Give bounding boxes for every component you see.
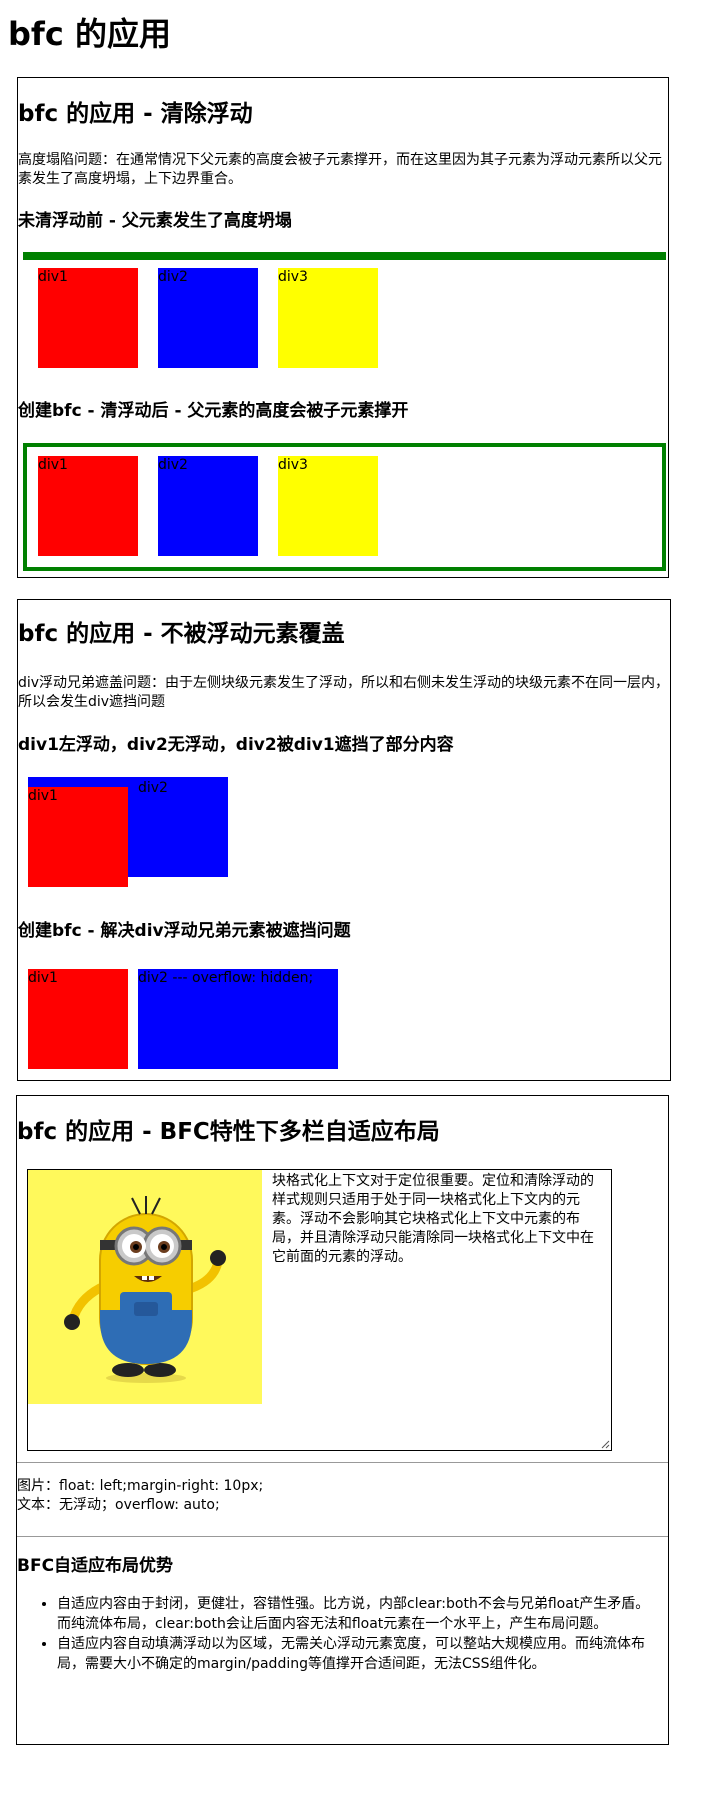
note-image-style: 图片：float: left;margin-right: 10px; <box>17 1478 264 1494</box>
box-label: div1 <box>38 269 68 285</box>
float-box-div3: div3 <box>278 268 378 368</box>
float-box-div2: div2 <box>158 456 258 556</box>
section-description: 高度塌陷问题：在通常情况下父元素的高度会被子元素撑开，而在这里因为其子元素为浮动… <box>18 152 662 187</box>
section-title: bfc 的应用 - BFC特性下多栏自适应布局 <box>17 1119 440 1145</box>
subsection-title-after: 创建bfc - 清浮动后 - 父元素的高度会被子元素撑开 <box>18 401 409 421</box>
resizable-demo-box[interactable]: 块格式化上下文对于定位很重要。定位和清除浮动的样式规则只适用于处于同一块格式化上… <box>27 1169 612 1451</box>
page-title: bfc 的应用 <box>8 15 171 53</box>
section-description: div浮动兄弟遮盖问题：由于左侧块级元素发生了浮动，所以和右侧未发生浮动的块级元… <box>18 675 670 710</box>
section-title: bfc 的应用 - 不被浮动元素覆盖 <box>18 621 345 647</box>
list-item: 自适应内容自动填满浮动以为区域，无需关心浮动元素宽度，可以整站大规模应用。而纯流… <box>57 1634 659 1674</box>
divider <box>17 1536 668 1537</box>
float-box-div1: div1 <box>28 969 128 1069</box>
box-label: div1 <box>38 457 68 473</box>
bfc-box-div2: div2 --- overflow: hidden; <box>138 969 338 1069</box>
collapsed-parent <box>23 252 666 260</box>
box-label: div2 <box>138 780 168 796</box>
box-label: div2 <box>158 269 188 285</box>
subsection-title-bfc: 创建bfc - 解决div浮动兄弟元素被遮挡问题 <box>18 921 351 941</box>
box-label: div2 --- overflow: hidden; <box>138 970 314 986</box>
bfc-text: 块格式化上下文对于定位很重要。定位和清除浮动的样式规则只适用于处于同一块格式化上… <box>272 1173 594 1265</box>
box-label: div1 <box>28 788 58 804</box>
section-clear-float: bfc 的应用 - 清除浮动 高度塌陷问题：在通常情况下父元素的高度会被子元素撑… <box>17 77 669 578</box>
float-box-div1: div1 <box>28 787 128 887</box>
advantages-title: BFC自适应布局优势 <box>17 1556 174 1576</box>
float-box-div1: div1 <box>38 456 138 556</box>
list-item: 自适应内容由于封闭，更健壮，容错性强。比方说，内部clear:both不会与兄弟… <box>57 1594 659 1634</box>
float-box-div2: div2 <box>158 268 258 368</box>
advantages-list: 自适应内容由于封闭，更健壮，容错性强。比方说，内部clear:both不会与兄弟… <box>17 1594 659 1674</box>
divider <box>17 1462 668 1463</box>
subsection-title-before: 未清浮动前 - 父元素发生了高度坍塌 <box>18 211 292 231</box>
section-adaptive-layout: bfc 的应用 - BFC特性下多栏自适应布局 块格式化上下文对于定位很重要。定… <box>16 1095 669 1745</box>
minion-image <box>28 1170 262 1404</box>
section-no-overlap: bfc 的应用 - 不被浮动元素覆盖 div浮动兄弟遮盖问题：由于左侧块级元素发… <box>17 599 671 1081</box>
box-label: div3 <box>278 269 308 285</box>
box-label: div2 <box>158 457 188 473</box>
resize-handle-icon[interactable] <box>600 1439 610 1449</box>
section-title: bfc 的应用 - 清除浮动 <box>18 101 253 127</box>
note-text-style: 文本：无浮动；overflow: auto; <box>17 1497 220 1513</box>
float-box-div3: div3 <box>278 456 378 556</box>
box-label: div1 <box>28 970 58 986</box>
box-label: div3 <box>278 457 308 473</box>
minion-icon <box>64 1196 226 1383</box>
float-box-div1: div1 <box>38 268 138 368</box>
subsection-title-overlap: div1左浮动，div2无浮动，div2被div1遮挡了部分内容 <box>18 735 454 755</box>
